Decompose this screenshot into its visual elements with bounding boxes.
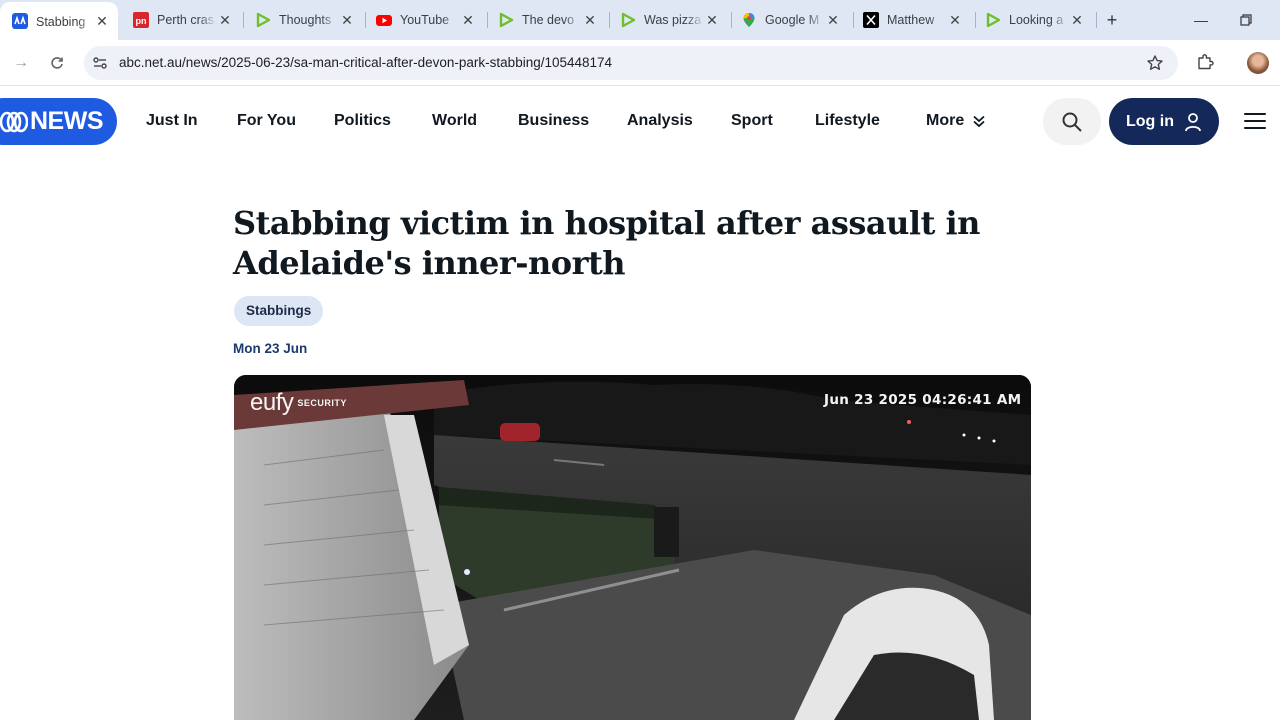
tab-separator (1096, 12, 1097, 28)
tab-title: Stabbing (36, 14, 86, 29)
browser-toolbar: → abc.net.au/news/2025-06-23/sa-man-crit… (0, 40, 1280, 86)
youtube-icon (376, 12, 392, 28)
tab-stabbing[interactable]: Stabbing ✕ (0, 2, 118, 40)
topic-tag[interactable]: Stabbings (234, 296, 324, 326)
tab-youtube[interactable]: YouTube ✕ (376, 6, 476, 34)
close-tab-icon[interactable]: ✕ (1069, 12, 1085, 28)
nav-politics[interactable]: Politics (334, 112, 391, 130)
nav-business[interactable]: Business (518, 112, 589, 130)
address-bar[interactable]: abc.net.au/news/2025-06-23/sa-man-critic… (84, 46, 1178, 80)
svg-text:pn: pn (136, 16, 147, 26)
search-icon (1062, 112, 1082, 132)
back-arrow-icon[interactable]: → (10, 52, 32, 74)
nav-more[interactable]: More (926, 112, 986, 130)
url-text: abc.net.au/news/2025-06-23/sa-man-critic… (119, 55, 613, 70)
x-icon (863, 12, 879, 28)
tab-title: Thoughts (279, 13, 332, 27)
tab-title: Google M (765, 13, 820, 27)
reload-icon[interactable] (46, 52, 68, 74)
search-button[interactable] (1043, 98, 1101, 145)
tab-the-devon[interactable]: The devo ✕ (498, 6, 598, 34)
site-settings-icon[interactable] (92, 55, 108, 76)
abc-news-logo[interactable]: NEWS (0, 98, 117, 145)
tab-title: Perth cras (157, 13, 214, 27)
tab-separator (731, 12, 732, 28)
tab-perth-crash[interactable]: pn Perth cras ✕ (133, 6, 233, 34)
tab-separator (487, 12, 488, 28)
nav-more-label: More (926, 112, 965, 129)
tab-thoughts[interactable]: Thoughts ✕ (255, 6, 355, 34)
extensions-puzzle-icon[interactable] (1196, 53, 1214, 76)
bookmark-star-icon[interactable] (1146, 54, 1164, 77)
abc-logo-mark-icon (0, 111, 28, 132)
pn-icon: pn (133, 12, 149, 28)
browser-tab-strip: Stabbing ✕ pn Perth cras ✕ Thoughts ✕ Yo… (0, 0, 1280, 40)
tab-separator (243, 12, 244, 28)
close-tab-icon[interactable]: ✕ (460, 12, 476, 28)
close-tab-icon[interactable]: ✕ (217, 12, 233, 28)
tab-title: Was pizza (644, 13, 702, 27)
rumble-icon (255, 12, 271, 28)
menu-hamburger-icon[interactable] (1244, 113, 1266, 131)
abc-news-icon (12, 13, 28, 29)
nav-lifestyle[interactable]: Lifestyle (815, 112, 880, 130)
tab-title: The devo (522, 13, 575, 27)
minimize-icon[interactable]: — (1191, 10, 1211, 30)
tab-separator (975, 12, 976, 28)
double-chevron-down-icon (973, 115, 985, 128)
nav-analysis[interactable]: Analysis (627, 112, 693, 130)
user-icon (1185, 112, 1201, 131)
nav-sport[interactable]: Sport (731, 112, 773, 130)
restore-icon[interactable] (1236, 10, 1256, 30)
camera-timestamp: Jun 23 2025 04:26:41 AM (824, 392, 1022, 408)
tab-matthew[interactable]: Matthew ✕ (863, 6, 963, 34)
tab-title: Looking a (1009, 13, 1064, 27)
rumble-icon (498, 12, 514, 28)
article-date: Mon 23 Jun (233, 341, 308, 356)
new-tab-plus-icon[interactable]: + (1102, 10, 1122, 30)
site-header: NEWS Just In For You Politics World Busi… (0, 86, 1280, 158)
camera-brand-watermark: eufy SECURITY (250, 389, 347, 416)
cctv-night-scene (234, 375, 1031, 720)
close-tab-icon[interactable]: ✕ (582, 12, 598, 28)
nav-just-in[interactable]: Just In (146, 112, 198, 130)
article-video[interactable]: eufy SECURITY Jun 23 2025 04:26:41 AM (234, 375, 1031, 720)
tab-looking[interactable]: Looking a ✕ (985, 6, 1085, 34)
rumble-icon (985, 12, 1001, 28)
logo-text: NEWS (30, 107, 104, 135)
login-button[interactable]: Log in (1109, 98, 1219, 145)
tab-google-maps[interactable]: Google M ✕ (741, 6, 841, 34)
close-tab-icon[interactable]: ✕ (704, 12, 720, 28)
tab-separator (365, 12, 366, 28)
article-headline: Stabbing victim in hospital after assaul… (233, 204, 980, 282)
tab-separator (609, 12, 610, 28)
nav-world[interactable]: World (432, 112, 477, 130)
close-tab-icon[interactable]: ✕ (947, 12, 963, 28)
login-label: Log in (1126, 112, 1174, 130)
close-tab-icon[interactable]: ✕ (339, 12, 355, 28)
tab-title: YouTube (400, 13, 450, 27)
rumble-icon (620, 12, 636, 28)
tab-title: Matthew (887, 13, 935, 27)
tab-was-pizza[interactable]: Was pizza ✕ (620, 6, 720, 34)
google-maps-icon (741, 12, 757, 28)
close-tab-icon[interactable]: ✕ (825, 12, 841, 28)
tab-separator (853, 12, 854, 28)
close-tab-icon[interactable]: ✕ (94, 13, 110, 29)
nav-for-you[interactable]: For You (237, 112, 296, 130)
profile-avatar[interactable] (1247, 52, 1269, 74)
